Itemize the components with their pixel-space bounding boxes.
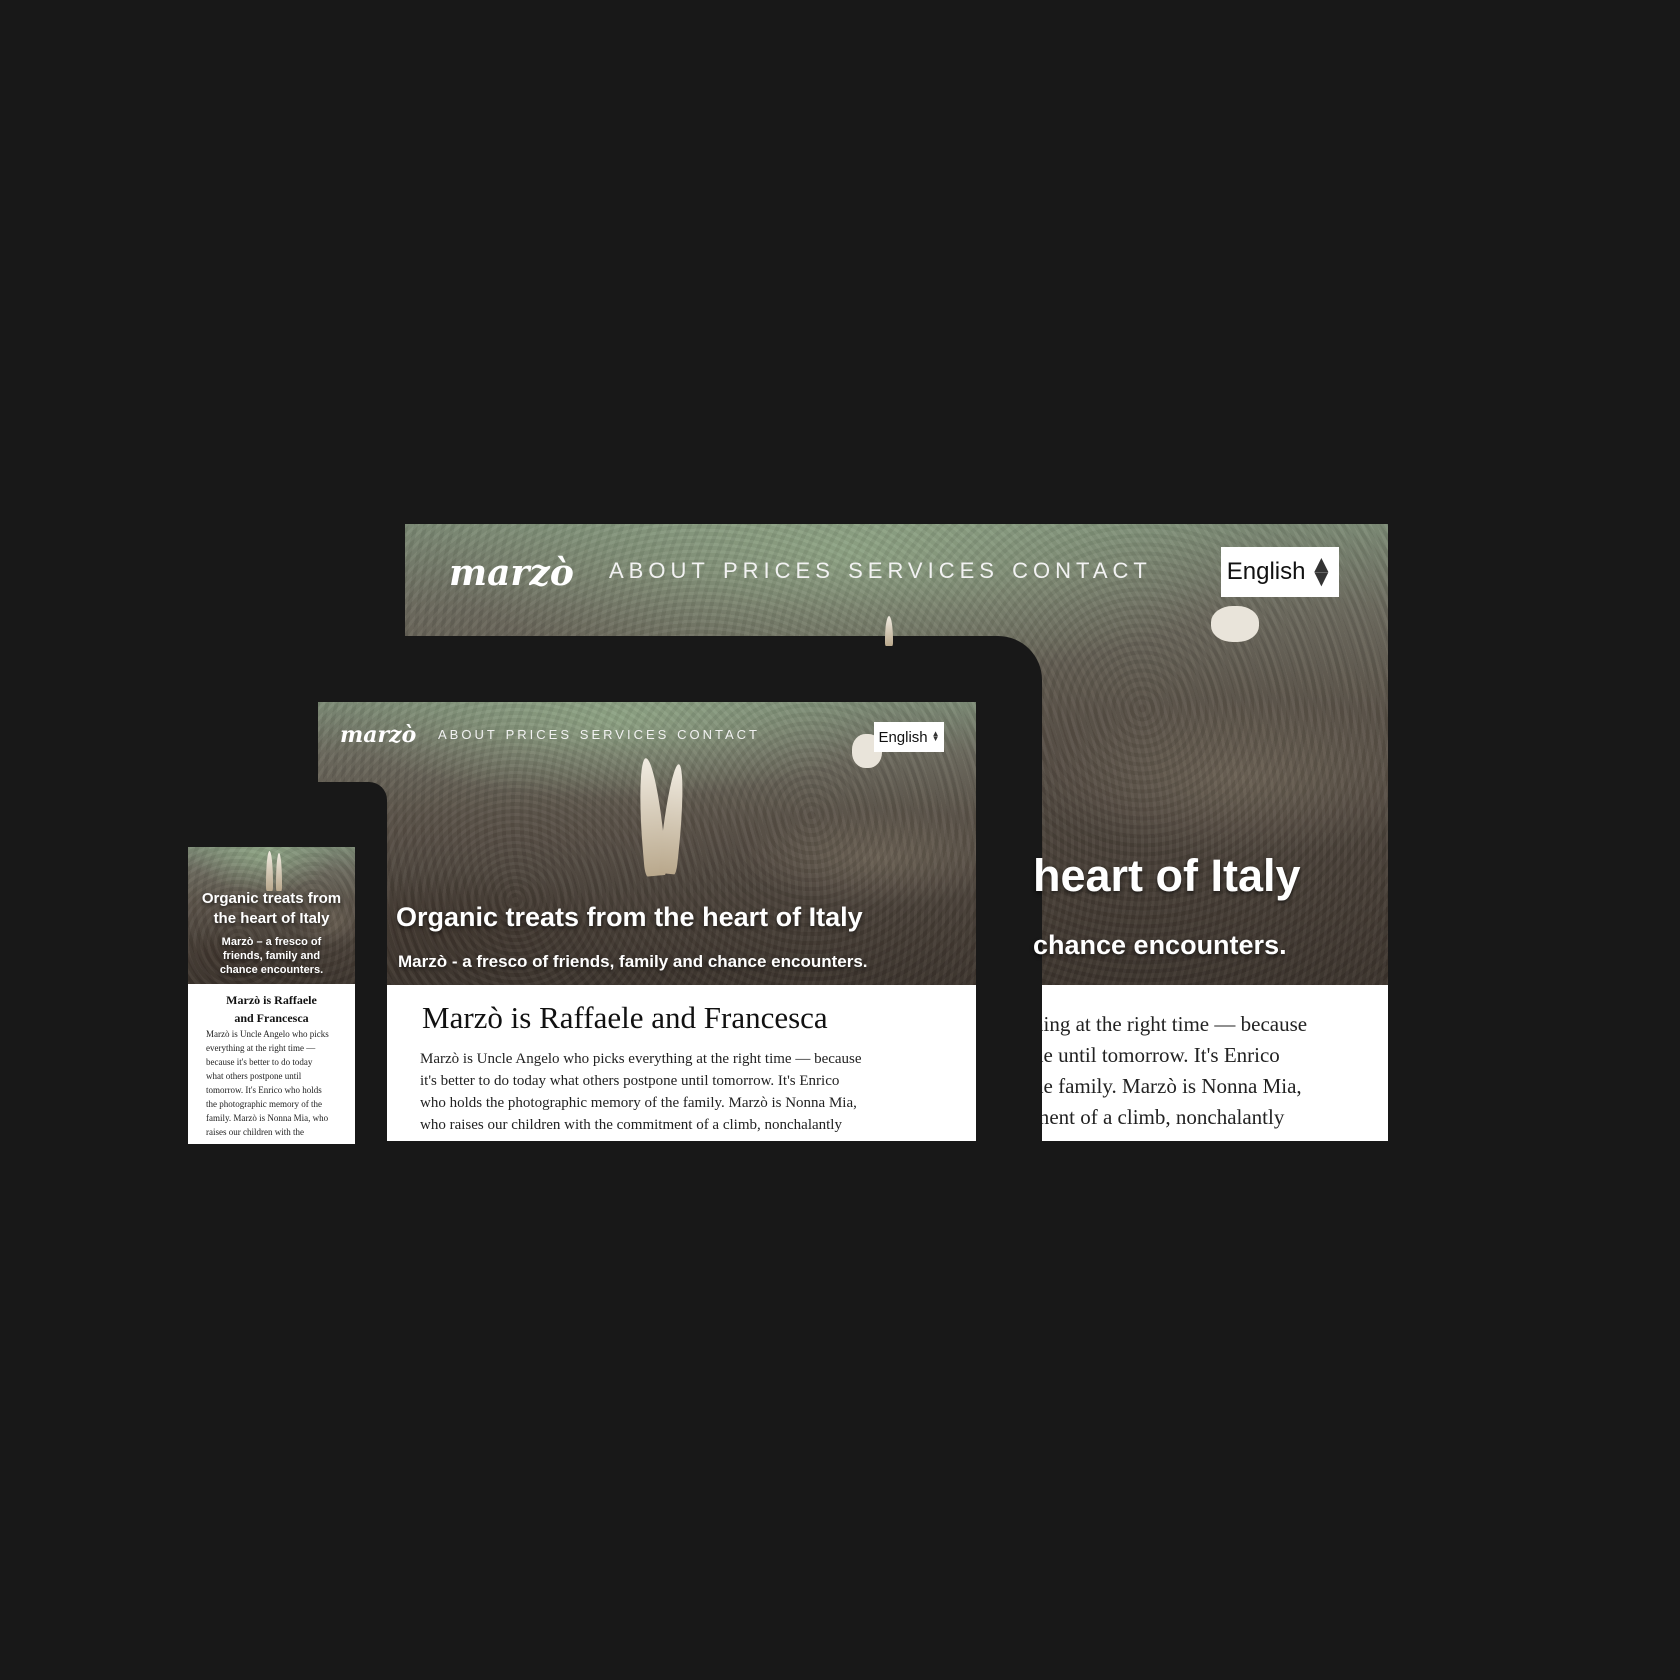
tablet-nav: ABOUT PRICES SERVICES CONTACT xyxy=(438,727,768,742)
nav-services[interactable]: SERVICES xyxy=(848,558,999,584)
desktop-body-line: he family. Marzò is Nonna Mia, xyxy=(1033,1074,1302,1098)
phone-body-line: family. Marzò is Nonna Mia, who xyxy=(206,1113,329,1123)
phone-hero-subtitle-line: chance encounters. xyxy=(219,964,324,976)
phone-body-line: everything at the right time — xyxy=(206,1043,316,1053)
tablet-body-line: Marzò is Uncle Angelo who picks everythi… xyxy=(420,1051,862,1067)
select-arrows-icon: ▲ ▼ xyxy=(931,729,940,743)
tablet-hero-title: Organic treats from the heart of Italy xyxy=(396,902,863,932)
phone-body-text: Marzò is Uncle Angelo who picks everythi… xyxy=(206,1027,346,1144)
desktop-body-line: ne until tomorrow. It's Enrico xyxy=(1033,1043,1280,1067)
nav-contact[interactable]: CONTACT xyxy=(1012,558,1152,584)
select-arrows-icon: ▲ ▼ xyxy=(1309,550,1334,592)
tablet-body-line: it's better to do today what others post… xyxy=(420,1073,840,1089)
phone-screen: Organic treats from the heart of Italy M… xyxy=(188,847,355,1144)
nav-services[interactable]: SERVICES xyxy=(580,727,670,742)
tablet-hero-sprout xyxy=(658,763,688,875)
desktop-body-line: hing at the right time — because xyxy=(1033,1012,1308,1036)
phone-hero-subtitle: Marzò – a fresco of friends, family and … xyxy=(188,935,355,977)
tablet-body-line: who raises our children with the commitm… xyxy=(420,1117,842,1133)
language-label: English xyxy=(878,728,928,746)
desktop-body-text: hing at the right time — because ne unti… xyxy=(1033,1009,1388,1141)
phone-body-line: Marzò is Uncle Angelo who picks xyxy=(206,1029,329,1039)
phone-body-line: what others postpone until xyxy=(206,1071,302,1081)
desktop-body-line: ment of a climb, nonchalantly xyxy=(1033,1105,1285,1129)
nav-prices[interactable]: PRICES xyxy=(506,727,572,742)
phone-body-line: the photographic memory of the xyxy=(206,1099,322,1109)
phone-hero-sprout xyxy=(266,851,273,891)
tablet-language-select[interactable]: English ▲ ▼ xyxy=(874,722,944,752)
phone-hero-title: Organic treats from the heart of Italy xyxy=(188,889,355,929)
desktop-logo[interactable]: marzò xyxy=(449,552,574,594)
tablet-content-title: Marzò is Raffaele and Francesca xyxy=(422,1000,828,1035)
phone-content-title-line: Marzò is Raffaele xyxy=(226,993,317,1007)
desktop-hero-subtitle: chance encounters. xyxy=(1033,930,1287,960)
phone-hero-subtitle-line: friends, family and xyxy=(222,950,321,962)
phone-hero-subtitle-line: Marzò – a fresco of xyxy=(221,936,322,948)
phone-body-line: raises our children with the xyxy=(206,1127,304,1137)
nav-about[interactable]: ABOUT xyxy=(438,727,498,742)
nav-about[interactable]: ABOUT xyxy=(609,558,710,584)
phone-content-title: Marzò is Raffaele and Francesca xyxy=(188,991,355,1027)
desktop-hero-title: heart of Italy xyxy=(1033,850,1301,901)
phone-hero-sprout xyxy=(276,853,282,891)
language-label: English xyxy=(1226,558,1306,585)
desktop-language-select[interactable]: English ▲ ▼ xyxy=(1221,547,1339,597)
desktop-nav: ABOUT PRICES SERVICES CONTACT xyxy=(609,558,1165,584)
tablet-body-text: Marzò is Uncle Angelo who picks everythi… xyxy=(420,1048,900,1141)
phone-hero-title-line: Organic treats from xyxy=(201,890,342,907)
phone-hero-title-line: the heart of Italy xyxy=(213,910,330,927)
phone-body-line: tomorrow. It's Enrico who holds xyxy=(206,1085,322,1095)
desktop-hero-pebble xyxy=(1211,606,1259,642)
phone-content-title-line: and Francesca xyxy=(234,1011,309,1025)
nav-prices[interactable]: PRICES xyxy=(723,558,835,584)
tablet-screen: marzò ABOUT PRICES SERVICES CONTACT Engl… xyxy=(318,702,976,1141)
tablet-hero-subtitle: Marzò - a fresco of friends, family and … xyxy=(398,952,868,971)
tablet-body-line: who holds the photographic memory of the… xyxy=(420,1095,857,1111)
desktop-hero-sprout xyxy=(885,616,893,646)
phone-body-line: because it's better to do today xyxy=(206,1057,313,1067)
nav-contact[interactable]: CONTACT xyxy=(677,727,760,742)
tablet-logo[interactable]: marzò xyxy=(340,722,416,748)
